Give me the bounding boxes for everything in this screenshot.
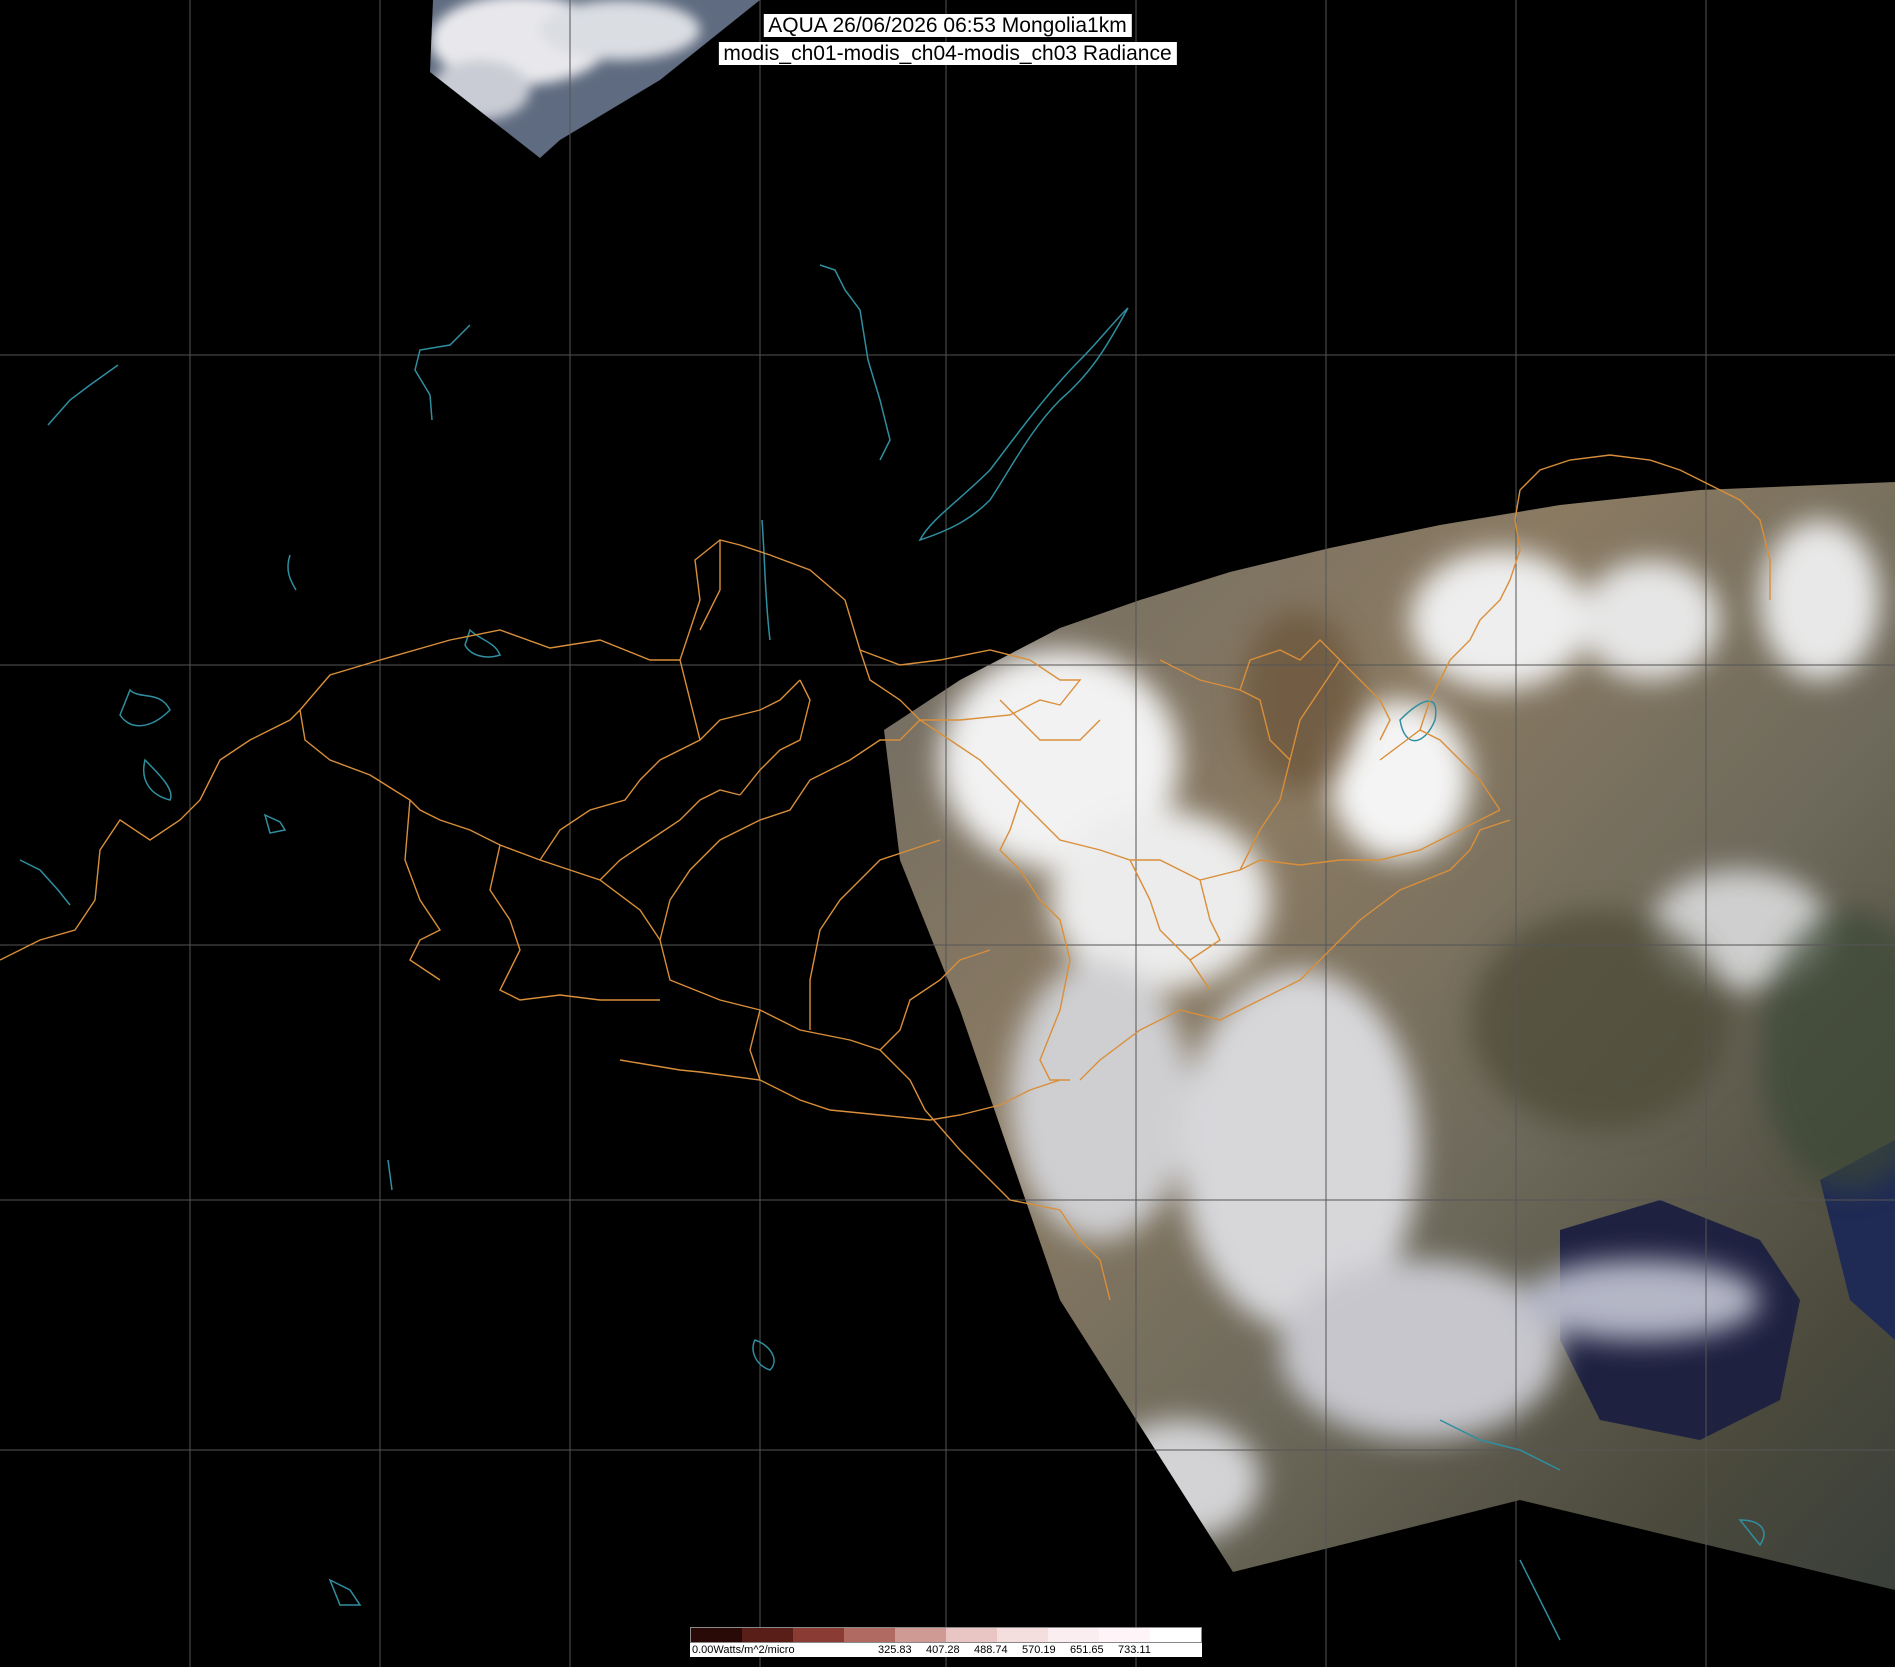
colorbar-tick-label: 733.11 <box>1118 1644 1151 1656</box>
map-canvas <box>0 0 1895 1667</box>
image-subtitle: modis_ch01-modis_ch04-modis_ch03 Radianc… <box>718 42 1177 65</box>
top-swath-fragment <box>430 0 760 158</box>
colorbar-segment <box>997 1628 1048 1642</box>
image-title: AQUA 26/06/2026 06:53 Mongolia1km <box>763 14 1132 37</box>
colorbar-segment <box>742 1628 793 1642</box>
colorbar-segment <box>895 1628 946 1642</box>
colorbar-tick-label: 570.19 <box>1022 1644 1056 1656</box>
colorbar-segment <box>1099 1628 1150 1642</box>
radiance-colorbar: 0.00Watts/m^2/micro 325.83 407.28 488.74… <box>690 1627 1202 1657</box>
colorbar-segment <box>844 1628 895 1642</box>
colorbar-unit-label: 0.00Watts/m^2/micro <box>692 1644 795 1656</box>
colorbar-segment <box>1048 1628 1099 1642</box>
colorbar-segment <box>793 1628 844 1642</box>
colorbar-segment <box>946 1628 997 1642</box>
colorbar-tick-label: 407.28 <box>926 1644 960 1656</box>
satellite-swath <box>884 482 1895 1590</box>
colorbar-tick-label: 651.65 <box>1070 1644 1104 1656</box>
colorbar-labels: 0.00Watts/m^2/micro 325.83 407.28 488.74… <box>690 1643 1202 1657</box>
colorbar-tick-label: 488.74 <box>974 1644 1008 1656</box>
colorbar-gradient <box>690 1627 1202 1643</box>
colorbar-segment <box>1150 1628 1201 1642</box>
satellite-image-viewer: AQUA 26/06/2026 06:53 Mongolia1km modis_… <box>0 0 1895 1667</box>
colorbar-segment <box>691 1628 742 1642</box>
colorbar-tick-label: 325.83 <box>878 1644 912 1656</box>
